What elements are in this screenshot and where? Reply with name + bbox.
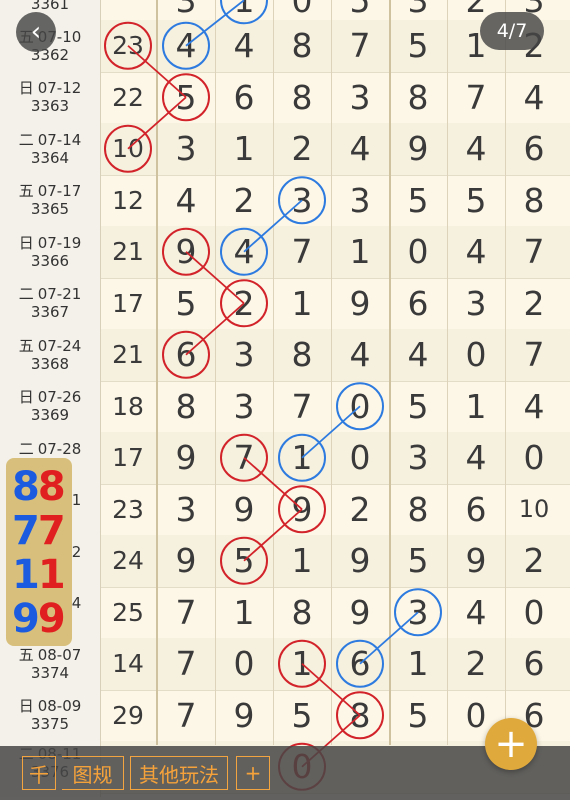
page-indicator: 4/7 xyxy=(480,12,544,50)
trend-line xyxy=(359,611,419,665)
trend-line xyxy=(243,508,303,562)
floating-add-button[interactable]: + xyxy=(485,718,537,770)
chevron-left-icon: ‹ xyxy=(30,17,42,47)
panel-line-3: 11 xyxy=(12,552,66,598)
trend-overlay xyxy=(104,0,442,791)
panel-line-4: 99 xyxy=(12,596,66,642)
trend-line xyxy=(301,405,361,459)
number-summary-panel[interactable]: 88 77 11 99 xyxy=(6,458,72,646)
back-button[interactable]: ‹ xyxy=(16,12,56,52)
plus-icon: + xyxy=(494,721,528,767)
panel-line-2: 77 xyxy=(12,508,66,554)
trend-line xyxy=(243,457,303,510)
chart-rules-button[interactable]: 图规 xyxy=(62,756,124,790)
number-highlight-circle xyxy=(220,0,268,25)
trend-line xyxy=(185,302,245,356)
trend-line xyxy=(127,96,187,150)
panel-line-1: 88 xyxy=(12,464,66,510)
trend-line xyxy=(127,45,187,98)
trend-line xyxy=(185,0,245,47)
bottom-toolbar: 千 图规 其他玩法 + xyxy=(0,746,570,800)
trend-line xyxy=(301,663,361,716)
trend-line xyxy=(243,199,303,253)
other-games-button[interactable]: 其他玩法 xyxy=(130,756,228,790)
thousands-button[interactable]: 千 xyxy=(22,756,56,790)
trend-line xyxy=(185,251,245,304)
add-button[interactable]: + xyxy=(236,756,270,790)
